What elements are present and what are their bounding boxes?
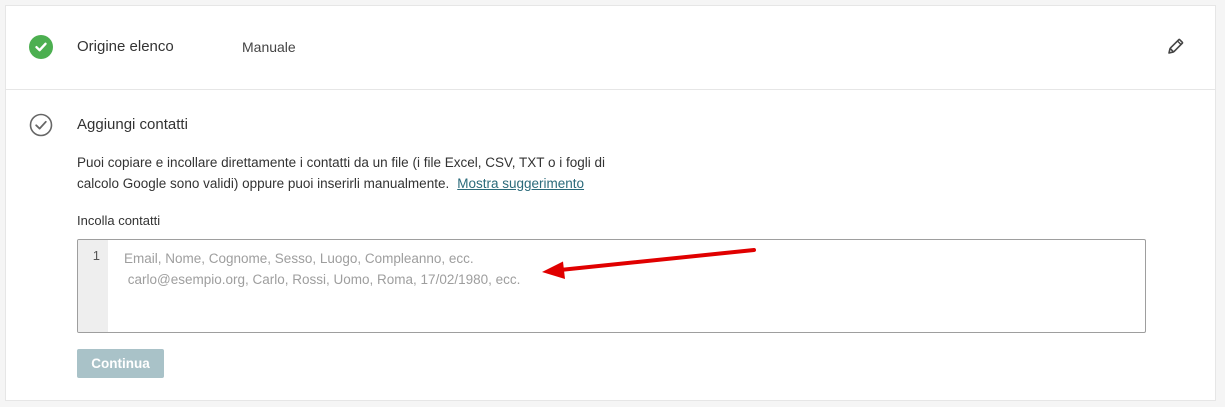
description-text: calcolo Google sono validi) oppure puoi … (77, 176, 450, 191)
contact-list-wizard: Origine elenco Manuale Aggiungi contatti… (5, 5, 1216, 401)
show-hint-link[interactable]: Mostra suggerimento (457, 176, 584, 191)
editor-placeholder: Email, Nome, Cognome, Sesso, Luogo, Comp… (124, 248, 520, 290)
red-arrow-annotation (536, 244, 766, 284)
paste-contacts-label: Incolla contatti (77, 213, 161, 228)
step-title-origin: Origine elenco (77, 38, 174, 55)
line-number-gutter: 1 (78, 240, 108, 332)
step-description: Puoi copiare e incollare direttamente i … (77, 152, 657, 194)
continue-button[interactable]: Continua (77, 349, 164, 378)
pencil-icon[interactable] (1165, 37, 1185, 57)
section-divider (6, 89, 1215, 90)
step-title-add-contacts: Aggiungi contatti (77, 116, 188, 133)
check-circle-icon (29, 35, 53, 59)
check-circle-outline-icon (29, 113, 53, 137)
description-line: Puoi copiare e incollare direttamente i … (77, 155, 606, 170)
origin-value: Manuale (242, 39, 296, 55)
placeholder-line: carlo@esempio.org, Carlo, Rossi, Uomo, R… (124, 272, 521, 287)
placeholder-line: Email, Nome, Cognome, Sesso, Luogo, Comp… (124, 251, 474, 266)
description-line-with-link: calcolo Google sono validi) oppure puoi … (77, 173, 657, 194)
line-number: 1 (92, 248, 100, 263)
